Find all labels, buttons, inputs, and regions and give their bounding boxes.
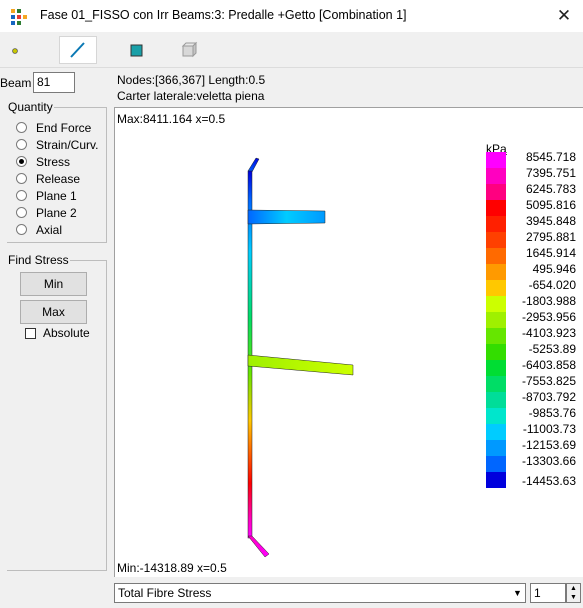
legend-value: -5253.89: [528, 342, 576, 356]
middle-flange: [247, 354, 354, 376]
line-view-icon: [70, 42, 85, 58]
radio-label: Plane 1: [36, 189, 77, 203]
radio-label: End Force: [36, 121, 92, 135]
app-icon: [11, 9, 27, 25]
output-type-select[interactable]: Total Fibre Stress: [114, 583, 526, 603]
bottom-lip: [247, 535, 270, 558]
node-view-icon: [12, 48, 18, 54]
legend-value: 8545.718: [525, 150, 576, 164]
radio-button-icon[interactable]: [16, 190, 27, 201]
page-number-input[interactable]: 1: [530, 583, 566, 603]
quantity-legend: Quantity: [8, 100, 53, 114]
legend-value: -8703.792: [521, 390, 576, 404]
radio-button-icon[interactable]: [16, 139, 27, 150]
legend-value: 495.946: [532, 262, 576, 276]
radio-button-icon[interactable]: [16, 207, 27, 218]
legend-value: -4103.923: [521, 326, 576, 340]
plate-view-button[interactable]: [117, 36, 155, 64]
top-flange: [247, 209, 326, 225]
find-stress-legend: Find Stress: [8, 253, 69, 267]
bottom-bar: Total Fibre Stress ▼ 1 ▲ ▼: [114, 583, 582, 605]
legend-value: -12153.69: [521, 438, 576, 452]
legend-value: -6403.858: [521, 358, 576, 372]
beam-number-input[interactable]: 81: [33, 72, 75, 93]
stress-viewer-window: Fase 01_FISSO con Irr Beams:3: Predalle …: [0, 0, 583, 608]
line-view-button[interactable]: [59, 36, 97, 64]
title-bar: Fase 01_FISSO con Irr Beams:3: Predalle …: [0, 0, 583, 32]
legend-value: -9853.76: [528, 406, 576, 420]
legend-value: 7395.751: [525, 166, 576, 180]
spin-down-icon[interactable]: ▼: [567, 593, 580, 602]
radio-button-icon[interactable]: [16, 173, 27, 184]
radio-label: Release: [36, 172, 81, 186]
legend-value: 5095.816: [525, 198, 576, 212]
legend-value: 6245.783: [525, 182, 576, 196]
close-icon[interactable]: ✕: [550, 4, 578, 28]
beam-description-text: Carter laterale:veletta piena: [117, 89, 265, 103]
legend-value: -654.020: [528, 278, 576, 292]
absolute-label: Absolute: [43, 326, 90, 340]
web: [247, 170, 253, 539]
stress-plot-canvas[interactable]: Max:8411.164 x=0.5 kPa 8545.718 7395.751…: [114, 107, 583, 577]
max-button[interactable]: Max: [20, 300, 87, 324]
radio-button-icon[interactable]: [16, 156, 27, 167]
legend-value: -14453.63: [521, 474, 576, 488]
beam-label: Beam: [0, 76, 32, 90]
radio-label: Axial: [36, 223, 63, 237]
radio-label: Plane 2: [36, 206, 77, 220]
radio-button-icon[interactable]: [16, 224, 27, 235]
spin-up-icon[interactable]: ▲: [567, 584, 580, 593]
solid-view-button[interactable]: [170, 36, 208, 64]
nodes-length-text: Nodes:[366,367] Length:0.5: [117, 73, 266, 87]
legend-value: 2795.881: [525, 230, 576, 244]
legend-value: 3945.848: [525, 214, 576, 228]
select-dropdown-icon[interactable]: ▼: [511, 585, 524, 601]
legend-value: 1645.914: [525, 246, 576, 260]
top-lip: [247, 157, 260, 173]
radio-button-icon[interactable]: [16, 122, 27, 133]
legend-value: -13303.66: [521, 454, 576, 468]
window-title: Fase 01_FISSO con Irr Beams:3: Predalle …: [40, 8, 407, 22]
plate-view-icon: [130, 44, 143, 57]
radio-label: Stress: [36, 155, 71, 169]
legend-value: -11003.73: [522, 422, 576, 436]
legend-value: -7553.825: [521, 374, 576, 388]
toolbar: [0, 32, 583, 68]
legend-value: -2953.956: [521, 310, 576, 324]
min-button[interactable]: Min: [20, 272, 87, 296]
page-spinner[interactable]: ▲ ▼: [566, 583, 581, 603]
legend-value: -1803.988: [521, 294, 576, 308]
min-stress-text: Min:-14318.89 x=0.5: [117, 561, 227, 575]
solid-view-icon: [181, 41, 198, 58]
node-view-button[interactable]: [2, 36, 40, 64]
absolute-checkbox[interactable]: [25, 328, 36, 339]
radio-label: Strain/Curv.: [36, 138, 99, 152]
